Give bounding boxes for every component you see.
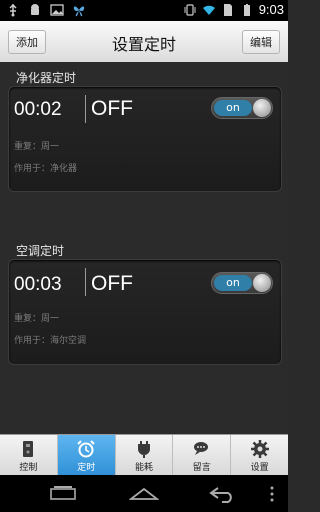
back-icon[interactable] (48, 485, 78, 503)
wifi-icon (202, 5, 215, 15)
battery-icon (243, 4, 250, 16)
plug-icon (137, 441, 150, 458)
timer-target: 作用于：海尔空调 (14, 336, 87, 346)
edit-button[interactable]: 编辑 (242, 30, 280, 54)
tab-label: 设置 (250, 463, 269, 473)
status-bar: 9:03 (0, 0, 288, 21)
system-nav-bar (0, 475, 288, 512)
bottom-tab-bar: 控制 定时 能耗 留言 设置 (0, 434, 288, 476)
tab-settings[interactable]: 设置 (231, 435, 288, 476)
timer-card[interactable]: 00:03 OFF on 重复：周一 作用于：海尔空调 (8, 259, 282, 365)
tab-label: 留言 (192, 463, 211, 473)
image-icon (50, 4, 64, 16)
timer-repeat: 重复：周一 (14, 142, 60, 152)
title-bar: 添加 设置定时 编辑 (0, 21, 288, 63)
tab-label: 能耗 (134, 463, 153, 473)
divider (85, 95, 86, 123)
sim-icon (223, 4, 232, 16)
device-icon (23, 441, 34, 457)
switch-on-label: on (214, 100, 252, 116)
section-label: 净化器定时 (16, 71, 77, 85)
alarm-clock-icon (77, 440, 95, 458)
timer-state: OFF (91, 272, 133, 295)
android-icon (31, 4, 39, 15)
return-icon[interactable] (208, 485, 238, 503)
switch-on-label: on (214, 275, 252, 291)
timer-list: 净化器定时 00:02 OFF on 重复：周一 作用于：净化器 空调定时 00… (0, 62, 288, 434)
tab-control[interactable]: 控制 (0, 435, 58, 476)
overflow-menu-icon[interactable] (268, 485, 276, 503)
timer-switch[interactable]: on (211, 272, 273, 294)
section-label: 空调定时 (16, 244, 65, 258)
gear-icon (250, 440, 269, 458)
timer-switch[interactable]: on (211, 97, 273, 119)
home-icon[interactable] (129, 485, 159, 503)
butterfly-icon (73, 6, 85, 17)
vibrate-icon (184, 4, 196, 16)
tab-timer[interactable]: 定时 (57, 435, 116, 476)
switch-knob (253, 274, 271, 292)
switch-knob (253, 99, 271, 117)
timer-card[interactable]: 00:02 OFF on 重复：周一 作用于：净化器 (8, 86, 282, 192)
timer-time: 00:02 (14, 99, 62, 120)
usb-icon (9, 3, 17, 17)
status-time: 9:03 (258, 2, 284, 17)
tab-energy[interactable]: 能耗 (116, 435, 174, 476)
divider (85, 268, 86, 296)
timer-time: 00:03 (14, 274, 62, 295)
timer-target: 作用于：净化器 (14, 164, 78, 174)
timer-state: OFF (91, 97, 133, 120)
timer-repeat: 重复：周一 (14, 314, 60, 324)
tab-label: 控制 (19, 463, 38, 473)
tab-messages[interactable]: 留言 (173, 435, 232, 476)
tab-label: 定时 (77, 463, 96, 473)
chat-icon (193, 442, 208, 455)
